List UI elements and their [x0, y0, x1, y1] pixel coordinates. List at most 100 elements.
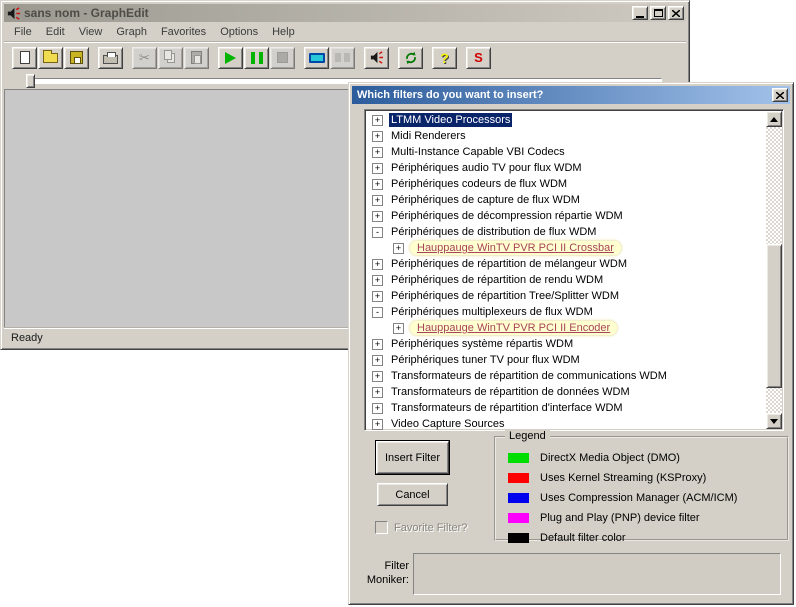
- expand-icon[interactable]: +: [372, 163, 383, 174]
- tree-item[interactable]: + Midi Renderers: [366, 128, 766, 144]
- cut-button[interactable]: ✂: [132, 47, 157, 69]
- expand-icon[interactable]: +: [372, 131, 383, 142]
- tree-item-label[interactable]: Périphériques de répartition Tree/Splitt…: [389, 289, 621, 303]
- expand-icon[interactable]: +: [372, 403, 383, 414]
- new-button[interactable]: [12, 47, 37, 69]
- vertical-scrollbar[interactable]: [766, 111, 782, 429]
- expand-icon[interactable]: +: [393, 243, 404, 254]
- insert-filter-button[interactable]: [304, 47, 329, 69]
- maximize-button[interactable]: [650, 6, 666, 20]
- expand-icon[interactable]: +: [372, 115, 383, 126]
- tree-item-label[interactable]: Midi Renderers: [389, 129, 468, 143]
- expand-icon[interactable]: +: [372, 339, 383, 350]
- tree-item[interactable]: + Video Capture Sources: [366, 416, 766, 430]
- tree-item[interactable]: + Périphériques de répartition de mélange…: [366, 256, 766, 272]
- favorite-filter-checkbox[interactable]: Favorite Filter?: [375, 521, 467, 534]
- trackbar-thumb[interactable]: [26, 74, 35, 88]
- stats-button[interactable]: S: [466, 47, 491, 69]
- expand-icon[interactable]: +: [372, 147, 383, 158]
- copy-icon: [167, 53, 175, 63]
- expand-icon[interactable]: +: [372, 195, 383, 206]
- scroll-up-button[interactable]: [766, 111, 782, 127]
- tree-item-label[interactable]: Périphériques de répartition de rendu WD…: [389, 273, 605, 287]
- cancel-button[interactable]: Cancel: [377, 483, 448, 506]
- tree-item-label[interactable]: Périphériques de capture de flux WDM: [389, 193, 582, 207]
- collapse-icon[interactable]: -: [372, 307, 383, 318]
- menu-help[interactable]: Help: [265, 24, 302, 40]
- main-title-bar[interactable]: sans nom - GraphEdit: [4, 4, 686, 22]
- save-button[interactable]: [64, 47, 89, 69]
- menu-file[interactable]: File: [7, 24, 39, 40]
- tree-item-label[interactable]: Hauppauge WinTV PVR PCI II Crossbar: [410, 241, 621, 255]
- tree-item[interactable]: + Périphériques système répartis WDM: [366, 336, 766, 352]
- tree-item[interactable]: + Transformateurs de répartition d'interf…: [366, 400, 766, 416]
- menu-options[interactable]: Options: [213, 24, 265, 40]
- tree-item-label[interactable]: Périphériques de répartition de mélangeu…: [389, 257, 629, 271]
- pause-button[interactable]: [244, 47, 269, 69]
- paste-button[interactable]: [184, 47, 209, 69]
- tree-item[interactable]: -Périphériques multiplexeurs de flux WDM: [366, 304, 766, 320]
- tree-item-label[interactable]: Transformateurs de répartition de commun…: [389, 369, 669, 383]
- tree-item[interactable]: + Périphériques de décompression répartie…: [366, 208, 766, 224]
- tree-item[interactable]: -Périphériques de distribution de flux W…: [366, 224, 766, 240]
- tree-item[interactable]: + Hauppauge WinTV PVR PCI II Crossbar: [366, 240, 766, 256]
- expand-icon[interactable]: +: [372, 275, 383, 286]
- tree-item[interactable]: + Périphériques de répartition de rendu W…: [366, 272, 766, 288]
- tree-item[interactable]: + Périphériques tuner TV pour flux WDM: [366, 352, 766, 368]
- tree-item-label[interactable]: Périphériques système répartis WDM: [389, 337, 575, 351]
- dialog-close-button[interactable]: [772, 88, 788, 102]
- filter-moniker-field[interactable]: [413, 553, 781, 595]
- menu-view[interactable]: View: [72, 24, 110, 40]
- scrollbar-thumb[interactable]: [766, 244, 782, 388]
- tree-item-label[interactable]: Transformateurs de répartition de donnée…: [389, 385, 632, 399]
- expand-icon[interactable]: +: [372, 355, 383, 366]
- expand-icon[interactable]: +: [372, 387, 383, 398]
- expand-icon[interactable]: +: [372, 259, 383, 270]
- tree-item-label[interactable]: Périphériques de distribution de flux WD…: [389, 225, 598, 239]
- copy-button[interactable]: [158, 47, 183, 69]
- stop-button[interactable]: [270, 47, 295, 69]
- expand-icon[interactable]: +: [372, 211, 383, 222]
- open-button[interactable]: [38, 47, 63, 69]
- expand-icon[interactable]: +: [372, 419, 383, 430]
- print-button[interactable]: [98, 47, 123, 69]
- refresh-button[interactable]: [398, 47, 423, 69]
- help-button[interactable]: ?: [432, 47, 457, 69]
- tree-item[interactable]: + Transformateurs de répartition de commu…: [366, 368, 766, 384]
- tree-item-label[interactable]: Video Capture Sources: [389, 417, 507, 430]
- tree-item[interactable]: + Périphériques de capture de flux WDM: [366, 192, 766, 208]
- tree-item[interactable]: + LTMM Video Processors: [366, 112, 766, 128]
- expand-icon[interactable]: +: [393, 323, 404, 334]
- tree-item[interactable]: + Hauppauge WinTV PVR PCI II Encoder: [366, 320, 766, 336]
- menu-graph[interactable]: Graph: [109, 24, 154, 40]
- menu-favorites[interactable]: Favorites: [154, 24, 213, 40]
- tree-item[interactable]: + Périphériques codeurs de flux WDM: [366, 176, 766, 192]
- insert-filter-button[interactable]: Insert Filter: [375, 440, 450, 475]
- expand-icon[interactable]: +: [372, 291, 383, 302]
- tree-item[interactable]: + Périphériques audio TV pour flux WDM: [366, 160, 766, 176]
- checkbox-icon[interactable]: [375, 521, 388, 534]
- dialog-title-bar[interactable]: Which filters do you want to insert?: [352, 86, 790, 104]
- tree-item-label[interactable]: Transformateurs de répartition d'interfa…: [389, 401, 625, 415]
- tree-item-label[interactable]: Périphériques codeurs de flux WDM: [389, 177, 569, 191]
- scroll-down-button[interactable]: [766, 413, 782, 429]
- expand-icon[interactable]: +: [372, 371, 383, 382]
- menu-edit[interactable]: Edit: [39, 24, 72, 40]
- close-button[interactable]: [668, 6, 684, 20]
- tree-item-label[interactable]: Périphériques multiplexeurs de flux WDM: [389, 305, 595, 319]
- collapse-icon[interactable]: -: [372, 227, 383, 238]
- graphedit-button[interactable]: [364, 47, 389, 69]
- minimize-button[interactable]: [632, 6, 648, 20]
- tree-item[interactable]: + Transformateurs de répartition de donné…: [366, 384, 766, 400]
- tree-item-label[interactable]: Multi-Instance Capable VBI Codecs: [389, 145, 567, 159]
- expand-icon[interactable]: +: [372, 179, 383, 190]
- tree-item-label[interactable]: Périphériques audio TV pour flux WDM: [389, 161, 584, 175]
- tree-item[interactable]: + Périphériques de répartition Tree/Split…: [366, 288, 766, 304]
- tree-item-label[interactable]: Hauppauge WinTV PVR PCI II Encoder: [410, 321, 617, 335]
- tree-item-label[interactable]: Périphériques de décompression répartie …: [389, 209, 625, 223]
- tree-item-label[interactable]: Périphériques tuner TV pour flux WDM: [389, 353, 582, 367]
- tree-item[interactable]: + Multi-Instance Capable VBI Codecs: [366, 144, 766, 160]
- disconnect-button[interactable]: [330, 47, 355, 69]
- play-button[interactable]: [218, 47, 243, 69]
- tree-item-label[interactable]: LTMM Video Processors: [389, 113, 512, 127]
